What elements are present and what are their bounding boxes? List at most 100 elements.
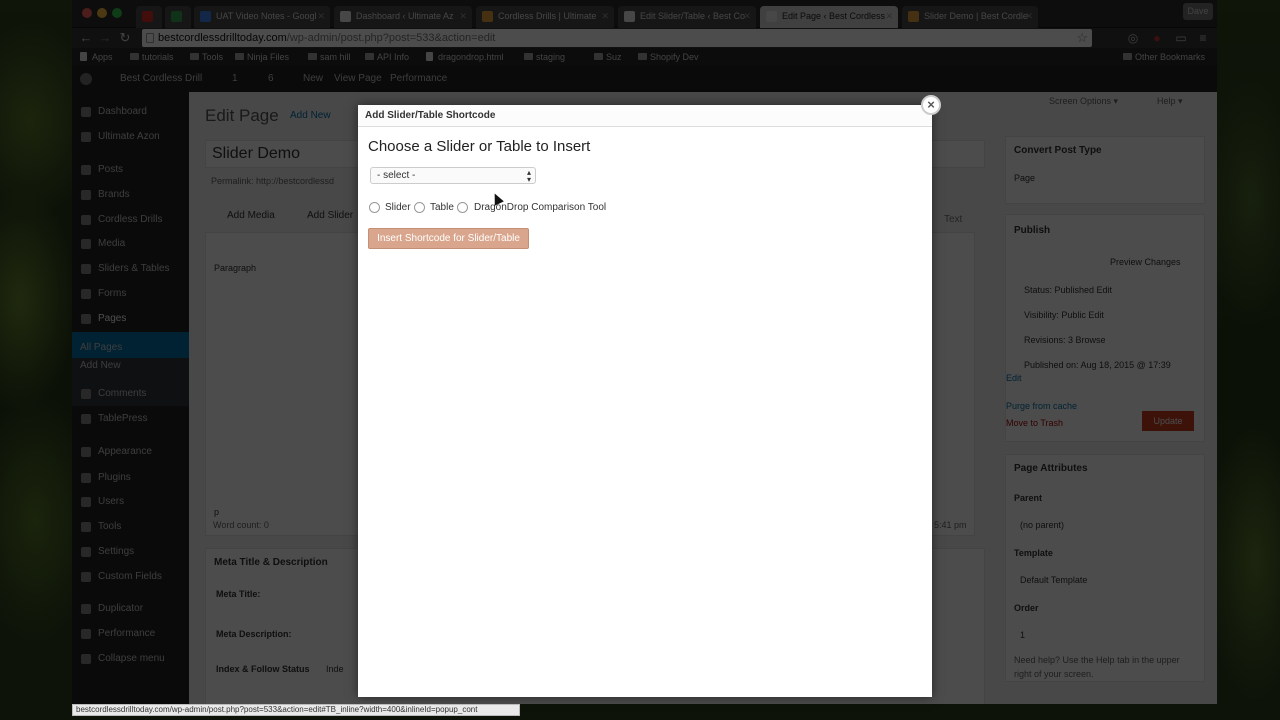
cast-icon[interactable]: ▭ [1174,31,1188,45]
page-attributes-title: Page Attributes [1014,463,1088,474]
admin-menu-item[interactable]: Comments [80,388,146,399]
bookmark-item[interactable]: sam hill [308,48,351,66]
admin-menu-item[interactable]: Tools [80,521,121,532]
shortcode-modal: Add Slider/Table Shortcode Choose a Slid… [358,105,932,697]
browser-tab[interactable]: Edit Page ‹ Best Cordless ✕ [760,6,898,28]
add-new-button[interactable]: Add New [290,110,331,121]
help-button[interactable]: Help ▾ [1157,96,1183,107]
post-type-select[interactable]: Page [1014,173,1035,183]
meta-description-label: Meta Description: [216,629,292,639]
post-title-value: Slider Demo [212,145,301,162]
browser-tab[interactable]: UAT Video Notes - Googl ✕ [194,6,330,28]
admin-menu-item[interactable]: Collapse menu [81,653,165,664]
performance-link[interactable]: Performance [390,66,447,92]
menu-icon[interactable]: ≡ [1196,31,1210,45]
user-profile-chip[interactable]: Dave [1183,3,1213,20]
updates-count[interactable]: 1 [232,66,238,92]
screen-options-button[interactable]: Screen Options ▾ [1049,96,1118,107]
convert-post-type-box: Convert Post Type Page [1005,136,1205,204]
parent-select[interactable]: (no parent) [1020,520,1064,530]
browser-tab[interactable]: Edit Slider/Table ‹ Best Co ✕ [618,6,756,28]
modal-heading: Choose a Slider or Table to Insert [368,138,591,155]
template-select[interactable]: Default Template [1020,575,1087,585]
bookmark-item[interactable]: tutorials [130,48,174,66]
browser-tab[interactable]: Dashboard ‹ Ultimate Az ✕ [334,6,472,28]
admin-menu-item[interactable]: Cordless Drills [80,214,162,225]
bookmark-item[interactable]: Apps [80,48,113,66]
bookmark-item[interactable]: Ninja Files [235,48,289,66]
admin-menu-item[interactable]: Ultimate Azon [81,131,160,142]
tab-close-icon[interactable]: ✕ [317,6,325,26]
admin-menu-item[interactable]: Forms [80,288,126,299]
tab-close-icon[interactable]: ✕ [885,6,893,26]
order-input[interactable]: 1 [1020,630,1025,640]
browser-tab[interactable]: Slider Demo | Best Cordle ✕ [902,6,1038,28]
tab-close-icon[interactable]: ✕ [459,6,467,26]
slider-radio[interactable] [369,202,380,213]
admin-menu-item[interactable]: Plugins [81,472,131,483]
tab-close-icon[interactable]: ✕ [601,6,609,26]
site-name-link[interactable]: Best Cordless Drill [120,66,202,92]
wp-admin-menu: Dashboard Ultimate Azon Posts Brands Cordles… [72,92,189,704]
bookmark-item[interactable]: Other Bookmarks [1123,48,1205,66]
preview-changes-button[interactable]: Preview Changes [1110,257,1181,267]
bookmark-star-icon[interactable]: ☆ [1076,29,1088,47]
admin-menu-item[interactable]: Appearance [81,446,152,457]
bookmark-item[interactable]: Suz [594,48,622,66]
index-follow-value[interactable]: Inde [326,664,344,674]
table-radio[interactable] [414,202,425,213]
address-bar[interactable]: bestcordlessdrilltoday.com/wp-admin/post… [142,29,1092,47]
browser-tab[interactable]: Cordless Drills | Ultimate ✕ [476,6,614,28]
maximize-window-button[interactable] [112,8,122,18]
add-media-button[interactable]: Add Media [227,210,275,221]
forward-icon[interactable]: → [97,30,113,46]
visibility-text: Visibility: Public Edit [1024,310,1104,320]
admin-menu-item[interactable]: Duplicator [80,603,143,614]
admin-menu-item[interactable]: Brands [81,189,130,200]
move-to-trash-link[interactable]: Move to Trash [1006,418,1063,428]
admin-menu-item[interactable]: Users [80,496,124,507]
paragraph-format-select[interactable]: Paragraph [214,263,256,273]
admin-menu-item[interactable]: Sliders & Tables [81,263,170,274]
extension-red-icon[interactable]: ● [1150,31,1164,45]
view-page-link[interactable]: View Page [334,66,382,92]
published-edit-link[interactable]: Edit [1006,373,1022,383]
admin-menu-item[interactable]: Custom Fields [81,571,162,582]
admin-menu-item[interactable]: TablePress [80,413,147,424]
wp-logo-icon[interactable] [80,73,92,85]
reload-icon[interactable]: ↻ [117,30,133,46]
admin-menu-item[interactable]: Posts [80,164,123,175]
bookmark-item[interactable]: Tools [190,48,223,66]
bookmark-item[interactable]: staging [524,48,565,66]
tab-close-icon[interactable]: ✕ [743,6,751,26]
tab-close-icon[interactable]: ✕ [1025,6,1033,26]
admin-menu-item[interactable]: Media [80,238,125,249]
new-content-link[interactable]: New [303,66,323,92]
update-button[interactable]: Update [1142,411,1194,431]
admin-menu-item[interactable]: Performance [80,628,155,639]
extension-icon[interactable]: ◎ [1126,31,1140,45]
admin-menu-item[interactable]: Pages [80,313,126,324]
minimize-window-button[interactable] [97,8,107,18]
bookmark-item[interactable]: dragondrop.html [426,48,504,66]
back-icon[interactable]: ← [78,30,94,46]
slider-table-select[interactable]: - select - ▴ ▾ [370,167,536,184]
admin-menu-item[interactable]: Add New [80,360,121,371]
admin-menu-item[interactable]: Dashboard [81,106,147,117]
browser-tab[interactable] [165,6,191,28]
close-icon[interactable]: × [921,95,941,115]
text-tab[interactable]: Text [944,214,962,225]
comments-count[interactable]: 6 [268,66,274,92]
bookmark-item[interactable]: Shopify Dev [638,48,699,66]
insert-shortcode-button[interactable]: Insert Shortcode for Slider/Table [368,228,529,249]
add-slider-button[interactable]: Add Slider [307,210,353,221]
permalink-text: Permalink: http://bestcordlessd [211,176,335,186]
browser-tab[interactable] [136,6,162,28]
admin-menu-item[interactable]: All Pages [80,342,122,353]
browser-tab-bar: UAT Video Notes - Googl ✕ Dashboard ‹ Ulti… [72,0,1217,28]
admin-menu-item[interactable]: Settings [80,546,134,557]
dragondrop-radio[interactable] [457,202,468,213]
bookmark-item[interactable]: API Info [365,48,409,66]
close-window-button[interactable] [82,8,92,18]
purge-cache-link[interactable]: Purge from cache [1006,401,1077,411]
